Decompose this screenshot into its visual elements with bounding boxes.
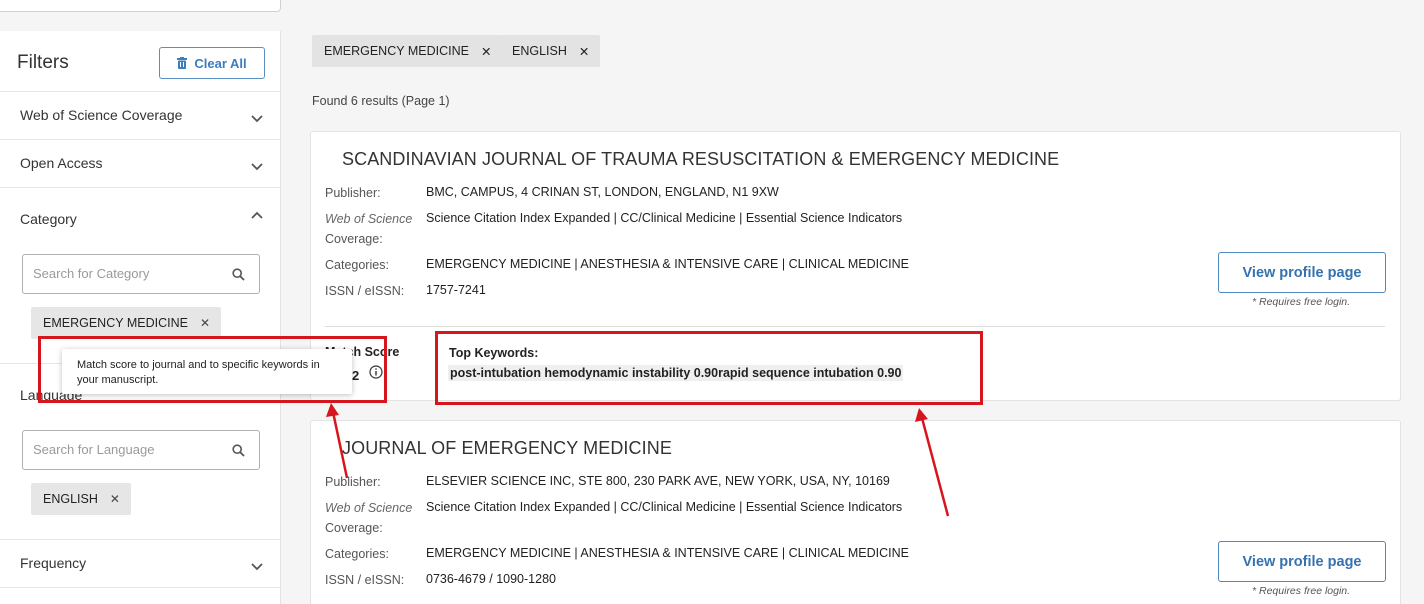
publisher-label: Publisher: [325,475,381,489]
close-icon[interactable]: ✕ [481,44,491,59]
wos-coverage-label-line1: Web of Science [325,501,413,515]
annotation-arrowhead [326,403,339,417]
journal-title[interactable]: SCANDINAVIAN JOURNAL OF TRAUMA RESUSCITA… [342,149,1059,170]
category-chip-label: EMERGENCY MEDICINE [43,316,188,330]
issn-label: ISSN / eISSN: [325,284,405,298]
category-chip: EMERGENCY MEDICINE ✕ [31,307,221,339]
chevron-up-icon[interactable] [250,208,264,222]
wos-coverage-value: Science Citation Index Expanded | CC/Cli… [426,500,903,514]
close-icon[interactable]: ✕ [110,492,120,506]
wos-coverage-label: Web of Science Coverage: [325,498,412,538]
results-count: Found 6 results (Page 1) [312,94,450,108]
result-card: JOURNAL OF EMERGENCY MEDICINE Publisher:… [310,420,1401,604]
chevron-down-icon[interactable] [250,111,264,125]
filters-sidebar: Filters Clear All Web of Science Coverag… [0,31,281,604]
filter-label-category: Category [20,211,77,227]
clear-all-button[interactable]: Clear All [159,47,265,79]
categories-value: EMERGENCY MEDICINE | ANESTHESIA & INTENS… [426,546,909,560]
wos-coverage-label-line2: Coverage: [325,521,383,535]
issn-value: 1757-7241 [426,283,486,297]
filters-header: Filters Clear All [0,31,280,92]
category-search-input[interactable] [33,266,223,281]
search-icon[interactable] [232,268,245,281]
active-filter-chip: ENGLISH ✕ [500,35,601,67]
requires-login-note: * Requires free login. [1252,585,1351,597]
filter-label-wos-coverage: Web of Science Coverage [20,107,183,123]
trash-icon [177,57,188,69]
clear-all-label: Clear All [194,55,247,71]
annotation-box-top-keywords [435,331,983,405]
active-filter-chip: EMERGENCY MEDICINE ✕ [312,35,503,67]
filter-section-wos-coverage[interactable]: Web of Science Coverage [0,92,280,140]
filter-label-open-access: Open Access [20,155,103,171]
filter-section-open-access[interactable]: Open Access [0,140,280,188]
active-filter-label: EMERGENCY MEDICINE [324,44,469,58]
search-icon[interactable] [232,444,245,457]
categories-label: Categories: [325,258,389,272]
filter-section-frequency[interactable]: Frequency [0,540,280,588]
view-profile-button[interactable]: View profile page [1218,252,1386,293]
chevron-down-icon[interactable] [250,559,264,573]
language-chip: ENGLISH ✕ [31,483,131,515]
wos-coverage-label-line1: Web of Science [325,212,413,226]
active-filter-label: ENGLISH [512,44,567,58]
annotation-box-match-score [38,336,387,403]
close-icon[interactable]: ✕ [579,44,589,59]
chevron-down-icon[interactable] [250,159,264,173]
close-icon[interactable]: ✕ [200,316,210,330]
publisher-value: BMC, CAMPUS, 4 CRINAN ST, LONDON, ENGLAN… [426,185,779,199]
issn-value: 0736-4679 / 1090-1280 [426,572,556,586]
publisher-value: ELSEVIER SCIENCE INC, STE 800, 230 PARK … [426,474,890,488]
filters-title: Filters [17,52,69,73]
card-divider [325,326,1385,327]
categories-label: Categories: [325,547,389,561]
wos-coverage-value: Science Citation Index Expanded | CC/Cli… [426,211,903,225]
wos-coverage-label-line2: Coverage: [325,232,383,246]
language-chip-label: ENGLISH [43,492,98,506]
category-search-box [22,254,260,294]
filter-label-frequency: Frequency [20,555,87,571]
publisher-label: Publisher: [325,186,381,200]
search-panel-edge [0,0,281,12]
view-profile-button[interactable]: View profile page [1218,541,1386,582]
issn-label: ISSN / eISSN: [325,573,405,587]
language-search-box [22,430,260,470]
wos-coverage-label: Web of Science Coverage: [325,209,412,249]
journal-title[interactable]: JOURNAL OF EMERGENCY MEDICINE [342,438,672,459]
categories-value: EMERGENCY MEDICINE | ANESTHESIA & INTENS… [426,257,909,271]
requires-login-note: * Requires free login. [1252,296,1351,308]
language-search-input[interactable] [33,442,223,457]
